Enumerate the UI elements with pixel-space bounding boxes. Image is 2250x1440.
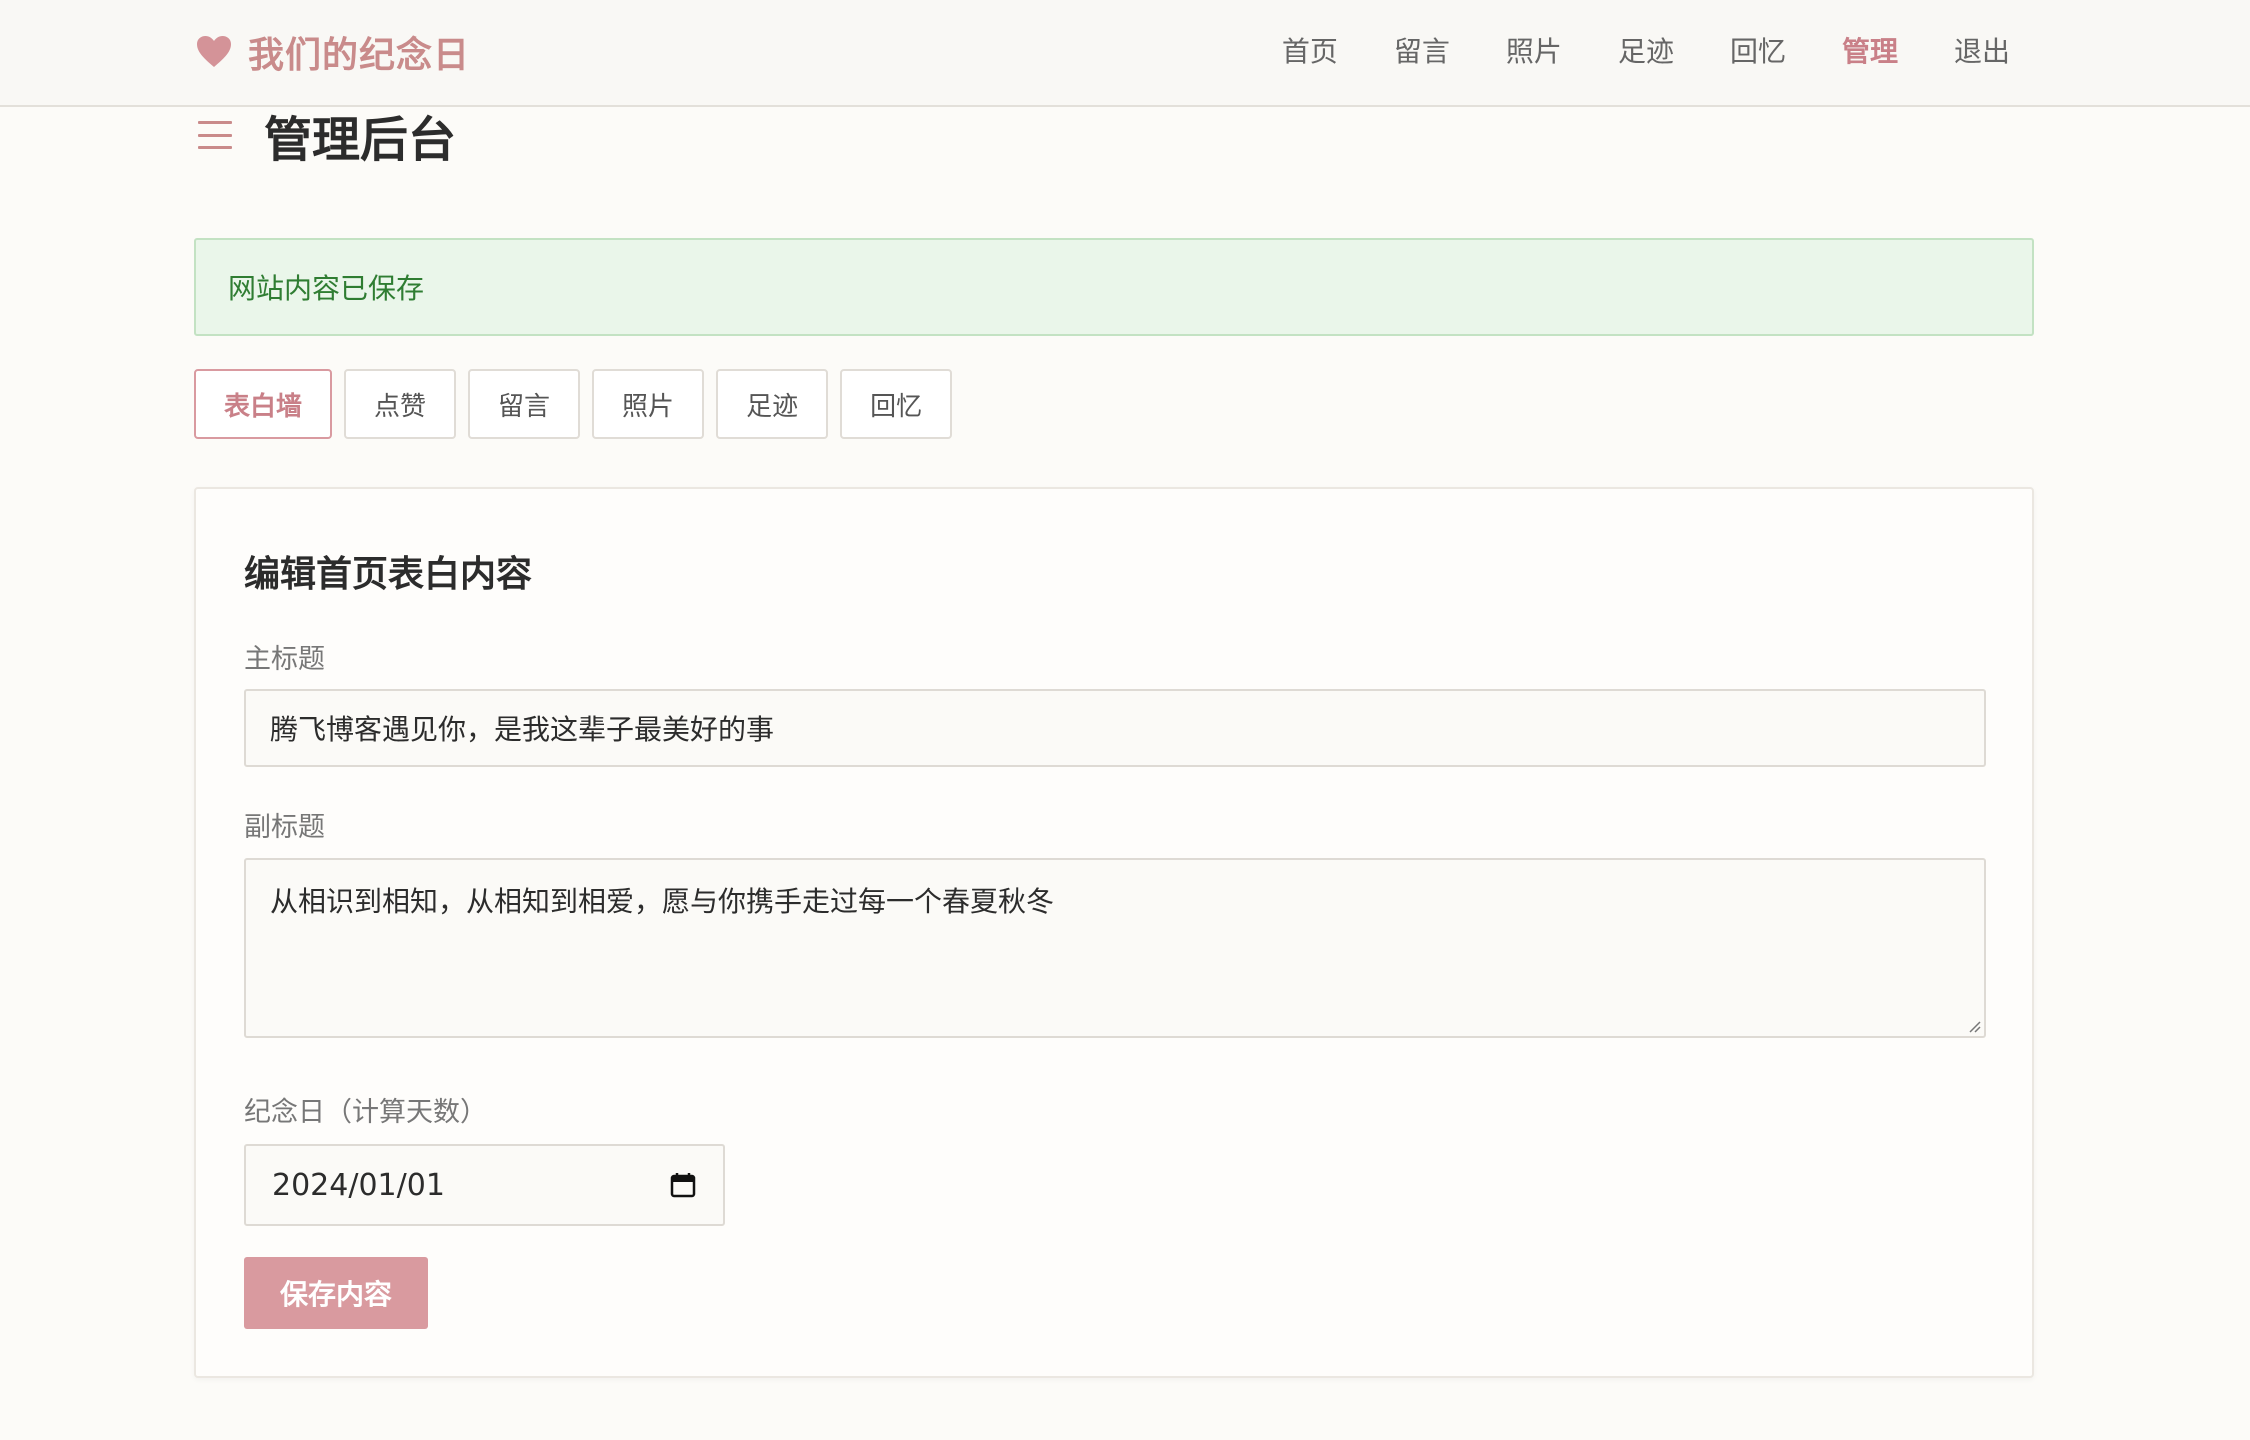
tab-memories[interactable]: 回忆 (840, 369, 953, 439)
nav-admin[interactable]: 管理 (1842, 32, 1898, 72)
nav-logout[interactable]: 退出 (1954, 32, 2010, 72)
brand[interactable]: 我们的纪念日 (194, 26, 470, 78)
save-content-button[interactable]: 保存内容 (244, 1257, 428, 1329)
date-label: 纪念日（计算天数） (244, 1097, 487, 1128)
main-title-input[interactable] (244, 689, 1986, 767)
heart-icon (194, 32, 234, 72)
resize-grip-icon[interactable] (1966, 1018, 1982, 1034)
success-alert: 网站内容已保存 (194, 238, 2034, 336)
nav-photos[interactable]: 照片 (1506, 32, 1562, 72)
date-value: 2024/01/01 (272, 1167, 445, 1203)
top-navbar: 我们的纪念日 首页 留言 照片 足迹 回忆 管理 退出 (0, 0, 2250, 107)
hamburger-icon[interactable] (194, 117, 236, 153)
alert-text: 网站内容已保存 (228, 272, 425, 305)
tab-messages[interactable]: 留言 (468, 369, 581, 439)
subtitle-field-wrapper: 从相识到相知，从相知到相爱，愿与你携手走过每一个春夏秋冬 (244, 858, 1986, 1038)
page-title: 管理后台 (264, 112, 457, 168)
anniversary-date-input[interactable]: 2024/01/01 (244, 1144, 725, 1226)
page-heading: 管理后台 (194, 105, 456, 168)
nav-footprints[interactable]: 足迹 (1618, 32, 1674, 72)
nav-home[interactable]: 首页 (1282, 32, 1338, 72)
brand-title: 我们的纪念日 (248, 34, 471, 76)
card-title: 编辑首页表白内容 (244, 553, 533, 595)
main-title-label: 主标题 (244, 644, 325, 675)
admin-tabs: 表白墙 点赞 留言 照片 足迹 回忆 (194, 369, 953, 439)
nav-memories[interactable]: 回忆 (1730, 32, 1786, 72)
edit-card: 编辑首页表白内容 主标题 副标题 从相识到相知，从相知到相爱，愿与你携手走过每一… (194, 487, 2034, 1378)
nav-messages[interactable]: 留言 (1394, 32, 1450, 72)
tab-footprints[interactable]: 足迹 (716, 369, 829, 439)
subtitle-textarea[interactable]: 从相识到相知，从相知到相爱，愿与你携手走过每一个春夏秋冬 (244, 858, 1986, 1038)
subtitle-label: 副标题 (244, 812, 325, 843)
main-nav: 首页 留言 照片 足迹 回忆 管理 退出 (1282, 32, 2010, 72)
tab-confession-wall[interactable]: 表白墙 (194, 369, 333, 439)
tab-likes[interactable]: 点赞 (344, 369, 457, 439)
tab-photos[interactable]: 照片 (592, 369, 705, 439)
calendar-icon[interactable] (669, 1171, 697, 1199)
